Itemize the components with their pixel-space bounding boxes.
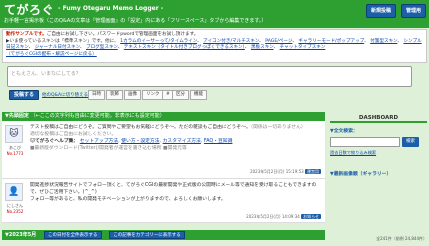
tool-decoration-button[interactable]: 装飾	[106, 90, 123, 100]
search-button[interactable]: 検索	[402, 137, 419, 147]
skin-link[interactable]: 付箋型スキン	[370, 39, 397, 44]
category-view-button[interactable]: この記事をカテゴリーに表示する	[109, 231, 185, 239]
category-tag[interactable]: 運営用	[305, 169, 321, 174]
section-bar: ▼先頭固定 （←ここの文字列も自由に変更可能。非表示にも設定可能）	[2, 112, 325, 121]
help-link[interactable]: 使い方・設定方法	[121, 139, 159, 144]
site-tagline: - Fumy Otegaru Memo Logger -	[58, 5, 164, 12]
skin-link[interactable]: PAGE/ページ	[265, 39, 292, 44]
tool-image-button[interactable]: 画像	[124, 90, 141, 100]
notice-line1: ご自由にお試し下さい。パスワードpwordで管理画面をお試し頂けます。	[46, 32, 199, 37]
post-entry: 👤 にしさん No.2352 開発進捗状況報告サイトでフォロー頂くと、てがろぐC…	[2, 179, 325, 223]
post-line: フォロー等があると、私の開発モチベーションが上がりますので、よろしくお願いします…	[30, 197, 226, 202]
recent-images-title: ▼最新画像順（ギャラリー）	[330, 172, 392, 177]
post-button[interactable]: 投稿する	[9, 90, 40, 100]
search-row: 検索	[330, 137, 427, 147]
site-logo[interactable]: てがろぐ	[4, 1, 54, 18]
post-count: 全241件（前例 24,844件）	[376, 236, 427, 241]
post-meta: 2023年5月2日(月) 15:19:53 運営用	[250, 169, 321, 175]
post-date[interactable]: 2023年5月2日(月) 15:19:53	[250, 169, 304, 174]
section-bar-note: （←ここの文字列も自由に変更可能。非表示にも設定可能）	[30, 113, 165, 119]
skin-link[interactable]: ジャーナル日付スキン	[35, 45, 80, 50]
post-content: テスト投稿はご自由にどうぞ。ご質問やご要望もお気軽にどうぞ～。ただの雑談もご自由…	[30, 124, 322, 152]
month-title: ▼2023年5月	[5, 232, 37, 238]
new-post-button[interactable]: 新規投稿	[366, 4, 397, 18]
tool-date-button[interactable]: 日時	[88, 90, 105, 100]
help-title: 🐱てがろぐヘルプ集：	[30, 139, 79, 144]
skin-link[interactable]: 黒板スキン	[251, 45, 274, 50]
post-line: 適切な投稿はご自由にお試しください。	[30, 132, 117, 137]
sidebar: DASHBOARD ▼全文検索： 検索 過去日数で絞り込み検索 ▼最新画像順（ギ…	[330, 114, 427, 177]
post-line: ■最新版ダウンロード(Twitter)/開発者が運営を書き込む場所 ■開発元等	[30, 146, 187, 151]
post-meta: 2023年5月2日(月) 14:09:34 お知らせ	[246, 214, 321, 220]
skin-link[interactable]: ギャラリーモード/ポップアップ	[298, 39, 364, 44]
tool-link-button[interactable]: リンク	[142, 90, 164, 100]
header: てがろぐ - Fumy Otegaru Memo Logger - お手軽一言掲…	[0, 0, 429, 28]
skin-link[interactable]: ブログ型スキン	[86, 45, 118, 50]
skin-link[interactable]: アイコン付き/マルチスキン	[203, 39, 259, 44]
site-subtitle: お手軽一言掲示板（このQ&Aの文章は『管理画面』の「設定」内にある「フリースペー…	[4, 18, 267, 24]
post-form: ともえさん、いまなにしてる？ 投稿する 他のQ&Aに切り替える 日時 装飾 画像…	[2, 64, 427, 104]
user-icon[interactable]: 👤	[5, 183, 23, 201]
post-date[interactable]: 2023年5月2日(月) 14:09:34	[246, 214, 300, 219]
tool-category-button[interactable]: 区分	[172, 90, 189, 100]
switch-qa-link[interactable]: 他のQ&Aに切り替える	[42, 92, 88, 98]
help-link[interactable]: セットアップ方法	[80, 139, 118, 144]
notice-panel: 動作サンプルです。ご自由にお試し下さい。パスワードpwordで管理画面をお試し頂…	[2, 29, 427, 63]
tool-feature-button[interactable]: 機能	[190, 90, 207, 100]
advanced-search-link[interactable]: 過去日数で絞り込み検索	[330, 150, 427, 156]
post-note: （関係は一切ありません）	[250, 125, 306, 130]
cat-icon[interactable]: 🐱	[5, 125, 23, 143]
post-textarea[interactable]: ともえさん、いまなにしてる？	[7, 66, 412, 87]
post-line: テスト投稿はご自由にどうぞ。ご質問やご要望もお気軽にどうぞ～。ただの雑談もご自由…	[30, 125, 251, 130]
search-section-title: ▼全文検索：	[330, 129, 358, 134]
notice-highlight: 動作サンプルです。	[6, 32, 47, 37]
help-link[interactable]: カスタマイズ方法	[163, 139, 201, 144]
category-tag[interactable]: お知らせ	[301, 214, 321, 219]
post-line: 開発進捗状況報告サイトでフォロー頂くと、てがろぐCGIの最新開発や正式版の公開時…	[30, 183, 317, 195]
section-bar-title: ▼先頭固定	[5, 113, 29, 119]
search-input[interactable]	[330, 137, 400, 147]
skin-link[interactable]: テキストスキン（タイトル付きブログっぽくできるスキン）	[124, 45, 245, 50]
post-number[interactable]: No.1773	[4, 151, 26, 156]
month-bar: ▼2023年5月 この日付を全件表示する この記事をカテゴリーに表示する	[2, 230, 325, 240]
skin-link[interactable]: チャットタイプスキン	[280, 45, 326, 50]
notice-line2: ▶いま使っているスキンは「標準スキン」です。他に、	[6, 38, 119, 44]
post-number[interactable]: No.2352	[4, 209, 26, 214]
skin-link[interactable]: 1カラムのイーサーって/タイムライン	[120, 39, 197, 44]
admin-button[interactable]: 管理用	[401, 4, 427, 18]
show-all-button[interactable]: この日付を全件表示する	[44, 231, 102, 239]
help-link[interactable]: FAQ・豆知識	[204, 139, 232, 144]
dashboard-title: DASHBOARD	[330, 114, 427, 123]
return-link[interactable]: （てがろぐCGIの配布・解説ページに戻る）	[6, 52, 97, 57]
main-column: ▼先頭固定 （←ここの文字列も自由に変更可能。非表示にも設定可能） 🐱 あこび …	[2, 112, 325, 223]
post-content: 開発進捗状況報告サイトでフォロー頂くと、てがろぐCGIの最新開発や正式版の公開時…	[30, 182, 322, 203]
post-entry: 🐱 あこび No.1773 テスト投稿はご自由にどうぞ。ご質問やご要望もお気軽に…	[2, 121, 325, 179]
